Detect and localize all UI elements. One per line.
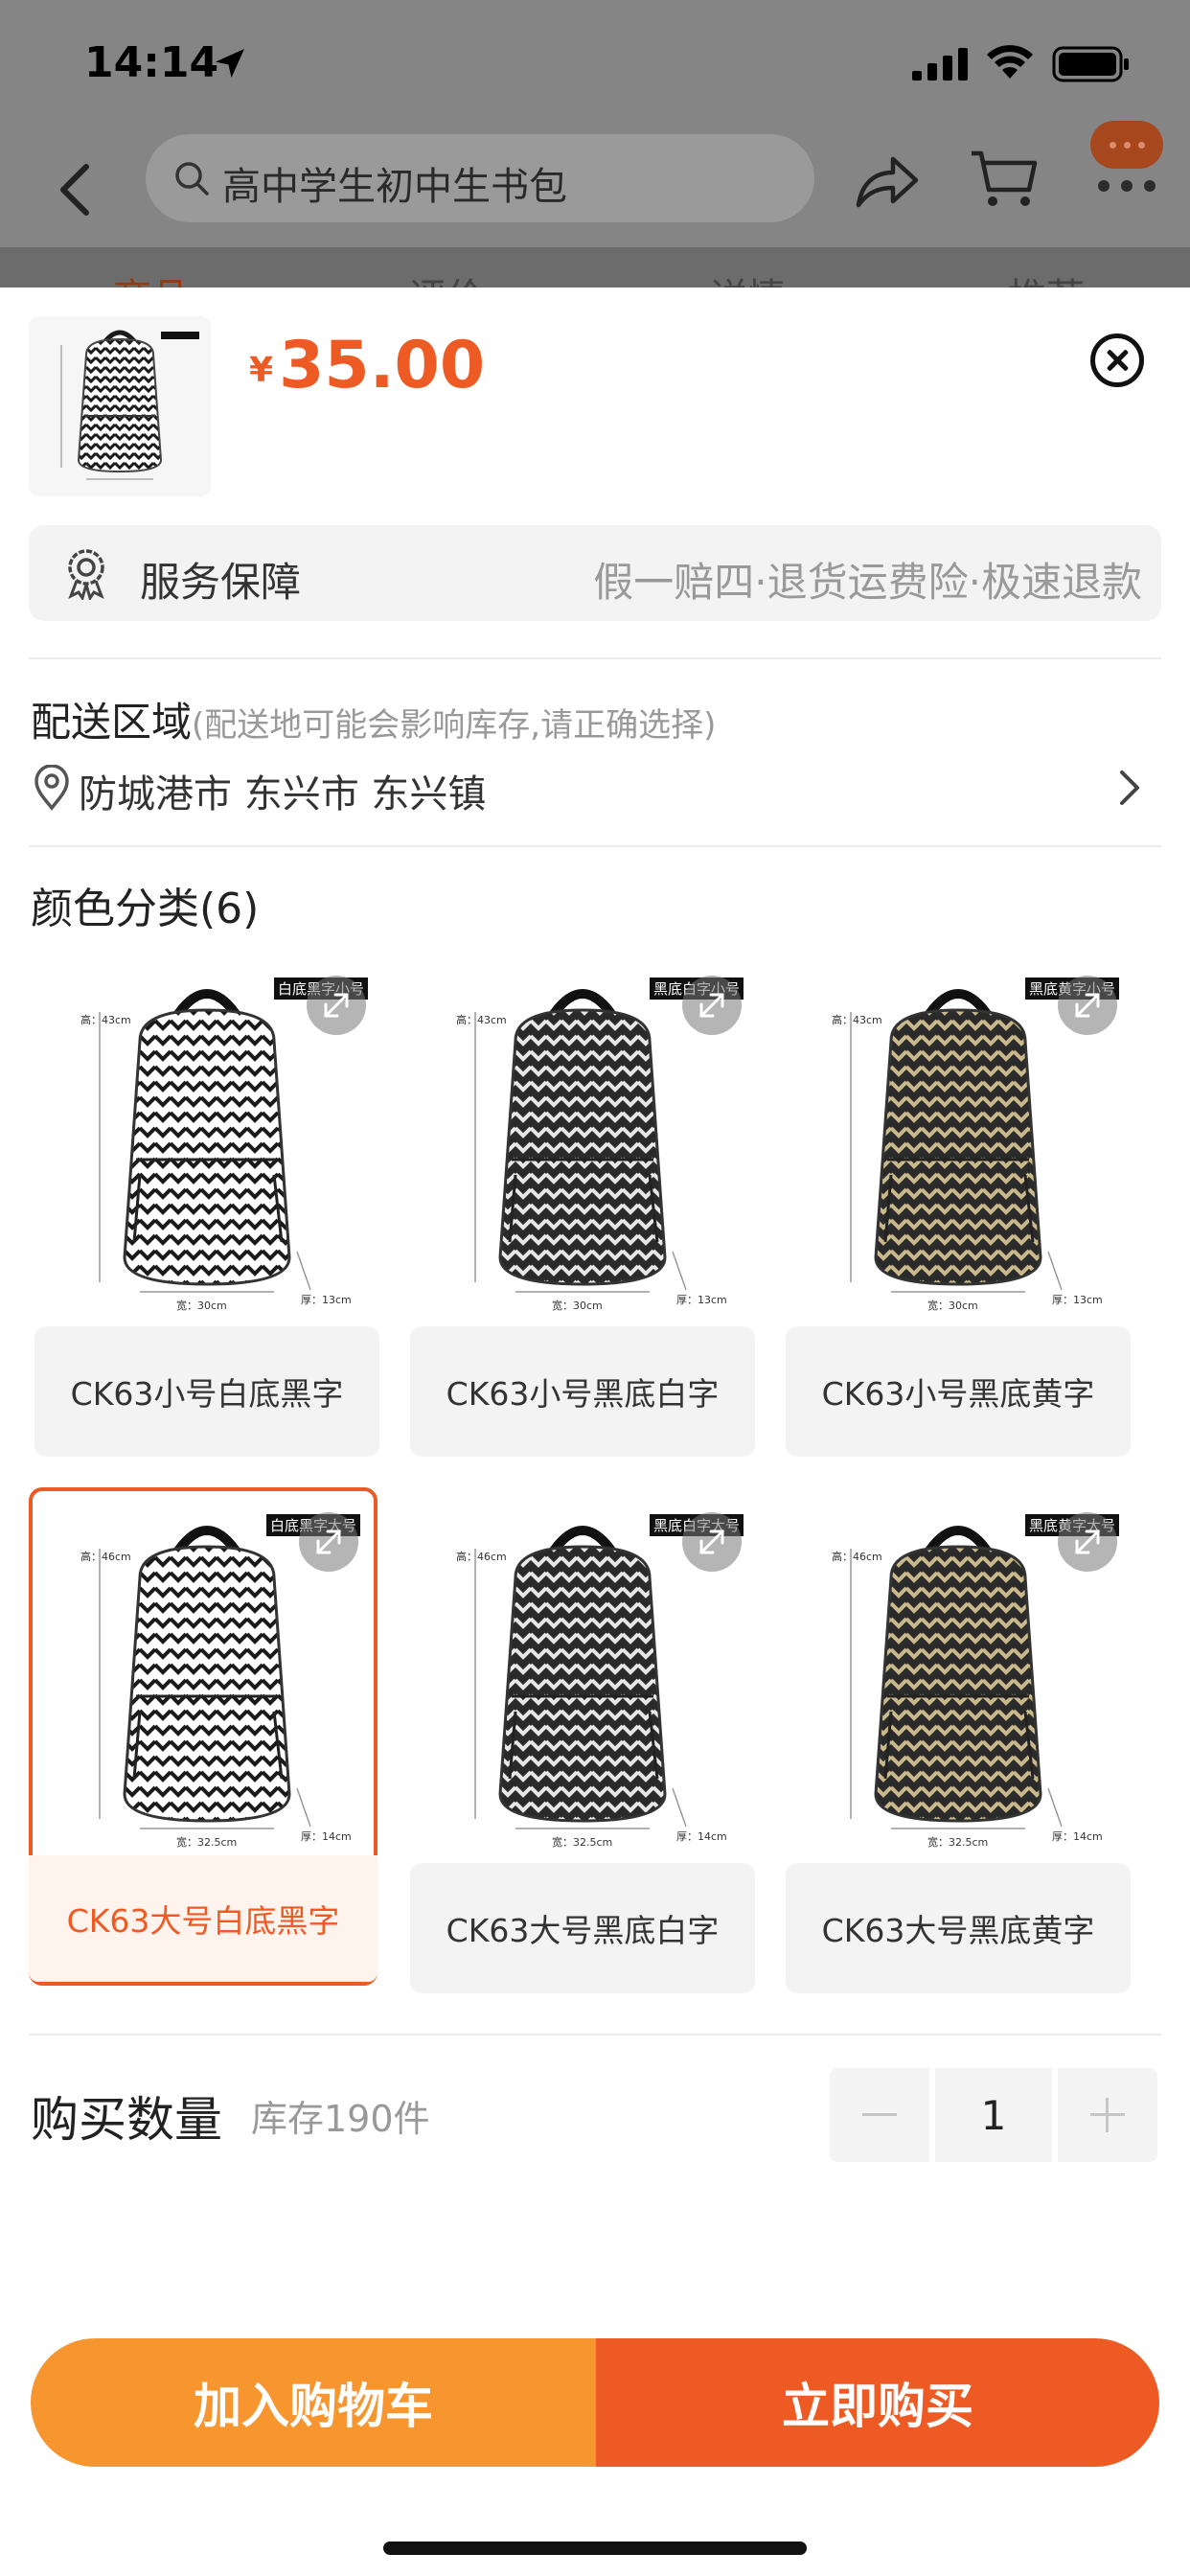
status-time: 14:14: [84, 38, 219, 87]
home-indicator[interactable]: [383, 2542, 807, 2555]
backpack-height-label: 高：43cm: [456, 1013, 507, 1026]
backpack-depth-label: 厚：14cm: [1052, 1830, 1103, 1843]
expand-image-icon[interactable]: [682, 976, 742, 1035]
color-option[interactable]: 高：46cm宽：32.5cm厚：14cm黑底黄字大号CK63大号黑底黄字: [784, 1491, 1133, 1993]
back-chevron-icon[interactable]: [56, 161, 94, 218]
message-bubble-icon: [1090, 121, 1163, 169]
backpack-width-label: 宽：32.5cm: [927, 1835, 988, 1849]
expand-image-icon[interactable]: [307, 976, 366, 1035]
cart-icon[interactable]: [970, 148, 1039, 211]
backpack-thumbnail-image: [60, 330, 199, 480]
behind-tab: 详情: [709, 266, 786, 288]
divider: [29, 845, 1161, 847]
color-option-label: CK63小号黑底黄字: [786, 1326, 1131, 1457]
color-option-label: CK63小号黑底白字: [410, 1326, 755, 1457]
behind-tab: 商品: [113, 266, 190, 288]
backpack-height-label: 高：43cm: [80, 1013, 131, 1026]
cellular-signal-icon: [912, 48, 968, 80]
share-icon[interactable]: [853, 151, 920, 213]
backpack-height-label: 高：46cm: [80, 1550, 131, 1563]
service-guarantee-row[interactable]: 服务保障 假一赔四·退货运费险·极速退款: [29, 525, 1161, 621]
delivery-address[interactable]: 防城港市 东兴市 东兴镇: [79, 763, 486, 818]
battery-icon: [1052, 46, 1129, 82]
expand-image-icon[interactable]: [1058, 976, 1117, 1035]
delivery-area-label: 配送区域: [31, 699, 193, 746]
backpack-height-label: 高：46cm: [832, 1550, 882, 1563]
expand-image-icon[interactable]: [682, 1512, 742, 1572]
more-menu-button[interactable]: [1081, 121, 1173, 220]
product-nav-bar: 高中学生初中生书包: [0, 121, 1190, 249]
expand-image-icon[interactable]: [299, 1512, 358, 1572]
backpack-height-label: 高：43cm: [832, 1013, 882, 1026]
color-option-label: CK63小号白底黑字: [34, 1326, 379, 1457]
guarantee-badge-icon: [68, 549, 104, 600]
color-option[interactable]: 高：43cm宽：30cm厚：13cm黑底白字小号CK63小号黑底白字: [408, 954, 757, 1457]
color-option[interactable]: 高：43cm宽：30cm厚：13cm黑底黄字小号CK63小号黑底黄字: [784, 954, 1133, 1457]
backpack-depth-label: 厚：13cm: [676, 1294, 727, 1306]
behind-tab: 推荐: [1008, 266, 1085, 288]
color-option[interactable]: 高：46cm宽：32.5cm厚：14cm黑底白字大号CK63大号黑底白字: [408, 1491, 757, 1993]
decrease-quantity-button[interactable]: [830, 2068, 929, 2162]
backpack-width-label: 宽：32.5cm: [176, 1835, 237, 1849]
search-query-text: 高中学生初中生书包: [222, 165, 567, 209]
quantity-value[interactable]: 1: [935, 2068, 1052, 2162]
backpack-width-label: 宽：30cm: [176, 1299, 227, 1312]
divider: [29, 657, 1161, 659]
quantity-stepper: 1: [830, 2068, 1157, 2162]
color-option[interactable]: 高：43cm宽：30cm厚：13cm白底黑字小号CK63小号白底黑字: [33, 954, 381, 1457]
backpack-width-label: 宽：30cm: [927, 1299, 978, 1312]
expand-image-icon[interactable]: [1058, 1512, 1117, 1572]
search-icon: [175, 162, 209, 196]
chevron-right-icon[interactable]: [1117, 769, 1142, 807]
divider: [29, 2034, 1161, 2036]
color-option-label: CK63大号黑底白字: [410, 1863, 755, 1993]
product-thumbnail[interactable]: [29, 316, 211, 496]
location-pin-icon: [34, 765, 69, 811]
search-bar[interactable]: 高中学生初中生书包: [146, 134, 814, 222]
service-description: 假一赔四·退货运费险·极速退款: [593, 559, 1142, 606]
more-dots-icon: [1098, 180, 1156, 194]
quantity-label: 购买数量: [31, 2092, 222, 2148]
service-label: 服务保障: [140, 559, 302, 606]
backpack-width-label: 宽：32.5cm: [552, 1835, 612, 1849]
backpack-height-label: 高：46cm: [456, 1550, 507, 1563]
wifi-icon: [987, 45, 1033, 79]
price-value: 35.00: [279, 328, 486, 403]
color-option[interactable]: 高：46cm宽：32.5cm厚：14cm白底黑字大号CK63大号白底黑字: [29, 1487, 378, 1986]
behind-tab-strip: 商品 评价 详情 推荐: [0, 247, 1190, 288]
behind-tab: 评价: [408, 266, 485, 288]
currency-symbol: ¥: [249, 351, 274, 390]
add-to-cart-button[interactable]: 加入购物车: [31, 2338, 596, 2467]
sku-selection-sheet: ¥35.00 服务保障 假一赔四·退货运费险·极速退款 配送区域(配送地可能会影…: [0, 288, 1190, 2576]
stock-count: 库存190件: [251, 2098, 430, 2140]
status-bar: 14:14: [0, 0, 1190, 134]
backpack-depth-label: 厚：13cm: [301, 1294, 352, 1306]
delivery-area-title: 配送区域(配送地可能会影响库存,请正确选择): [31, 690, 716, 748]
buy-now-button[interactable]: 立即购买: [596, 2338, 1159, 2467]
backpack-depth-label: 厚：14cm: [301, 1830, 352, 1843]
close-icon[interactable]: [1090, 334, 1144, 387]
backpack-depth-label: 厚：14cm: [676, 1830, 727, 1843]
price: ¥35.00: [249, 328, 485, 403]
backpack-width-label: 宽：30cm: [552, 1299, 603, 1312]
color-option-label: CK63大号黑底黄字: [786, 1863, 1131, 1993]
color-category-title: 颜色分类(6): [31, 885, 260, 933]
location-arrow-icon: [216, 49, 244, 78]
backpack-depth-label: 厚：13cm: [1052, 1294, 1103, 1306]
color-option-label: CK63大号白底黑字: [29, 1855, 378, 1982]
increase-quantity-button[interactable]: [1058, 2068, 1157, 2162]
delivery-area-note: (配送地可能会影响库存,请正确选择): [192, 706, 717, 745]
